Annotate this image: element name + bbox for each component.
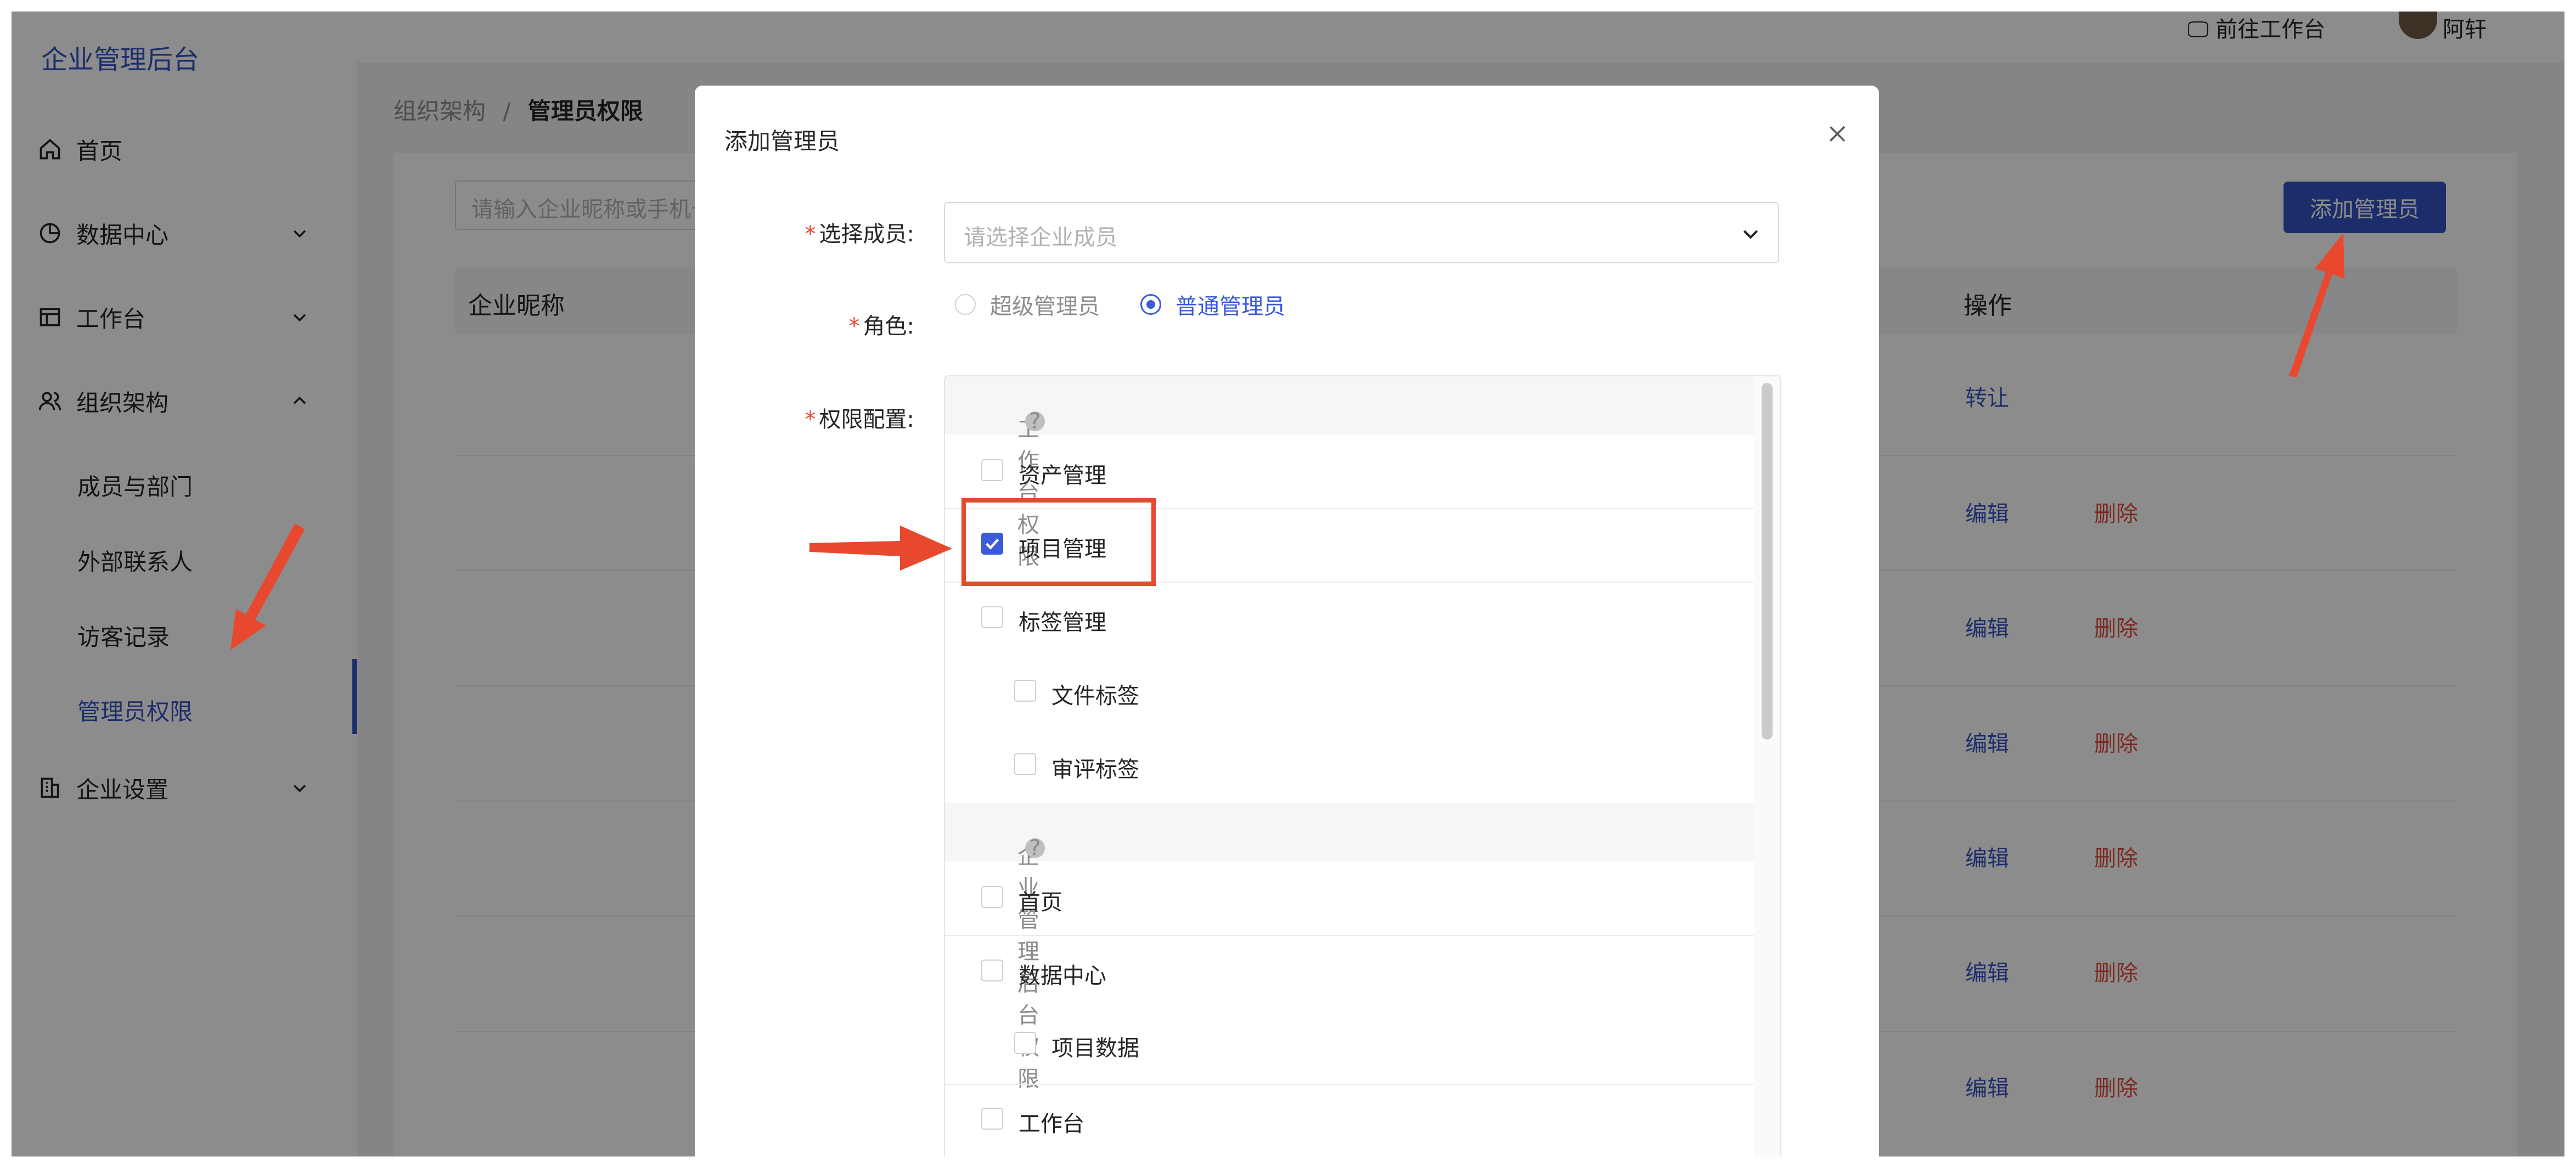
help-icon[interactable]: ? <box>1025 410 1045 432</box>
highlight-box <box>961 498 1156 586</box>
role-radio-super[interactable]: 超级管理员 <box>955 289 1100 320</box>
scrollbar[interactable] <box>1754 376 1780 1156</box>
checkbox[interactable] <box>1014 680 1036 702</box>
close-icon[interactable] <box>1825 122 1849 146</box>
app-frame: 企业管理后台 首页 数据中心 工作台 组织架构 成员与部门 外部联系人 访客记录… <box>12 12 2564 1156</box>
radio-button-selected[interactable] <box>1140 294 1161 315</box>
checkbox[interactable] <box>1014 753 1036 775</box>
dialog-title: 添加管理员 <box>724 128 840 155</box>
checkbox[interactable] <box>981 1108 1003 1130</box>
role-radio-normal[interactable]: 普通管理员 <box>1140 289 1285 320</box>
permission-tree: 工作台权限? 资产管理 项目管理 标签管理 文件标签 审评标签 企业管理后台 限… <box>944 375 1781 1156</box>
permission-item-workbench[interactable]: 工作台 <box>945 1083 1754 1156</box>
permission-item-asset[interactable]: 资产管理 <box>945 435 1754 508</box>
permission-item-project-data[interactable]: 项目数据 <box>945 1007 1754 1081</box>
checkbox[interactable] <box>981 606 1003 628</box>
member-label: * 选择成员: <box>805 222 914 247</box>
checkbox[interactable] <box>1014 1032 1036 1054</box>
checkbox[interactable] <box>981 886 1003 908</box>
radio-label: 超级管理员 <box>990 294 1100 319</box>
permission-group-header: 工作台权限? <box>945 376 1754 569</box>
permission-item-home[interactable]: 首页 <box>945 861 1754 935</box>
permission-item-tags[interactable]: 标签管理 <box>945 582 1754 655</box>
add-admin-dialog: 添加管理员 * 选择成员: 请选择企业成员 * 角色: 超级管理员 普通管理员 * 权… <box>695 86 1879 1156</box>
permission-group-header: 企业管理后台权限? <box>945 803 1754 1092</box>
permission-item-data-center[interactable]: 数据中心 <box>945 935 1754 1008</box>
permission-label: * 权限配置: <box>805 407 914 432</box>
member-select[interactable]: 请选择企业成员 <box>944 202 1779 263</box>
chevron-down-icon <box>1743 230 1758 239</box>
radio-label: 普通管理员 <box>1175 294 1285 319</box>
permission-item-review-tags[interactable]: 审评标签 <box>945 729 1754 802</box>
role-label: * 角色: <box>848 314 914 339</box>
checkbox[interactable] <box>981 960 1003 981</box>
help-icon[interactable]: ? <box>1025 837 1045 859</box>
radio-button[interactable] <box>955 294 976 315</box>
member-select-placeholder: 请选择企业成员 <box>964 225 1117 250</box>
scrollbar-thumb[interactable] <box>1762 383 1773 740</box>
checkbox[interactable] <box>981 459 1003 481</box>
permission-item-file-tags[interactable]: 文件标签 <box>945 655 1754 729</box>
